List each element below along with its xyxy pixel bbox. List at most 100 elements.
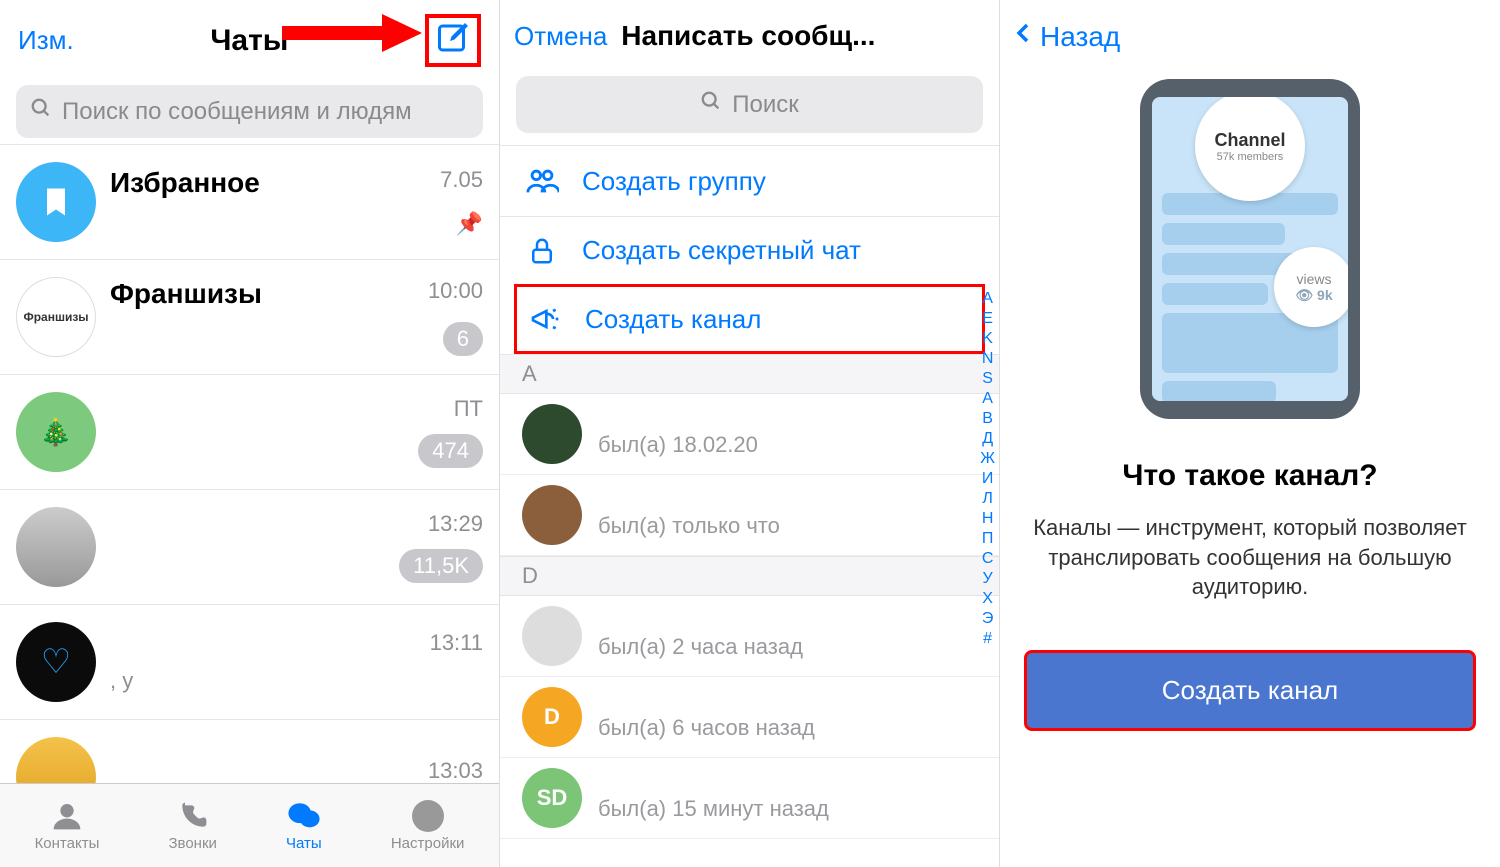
new-message-screen: Отмена Написать сообщ... Поиск Создать г…	[500, 0, 1000, 867]
illus-views-count: 👁 9k	[1295, 287, 1332, 304]
settings-avatar-icon	[412, 799, 444, 833]
tab-chats-label: Чаты	[286, 835, 322, 852]
tab-bar: Контакты Звонки Чаты Настройки	[0, 783, 499, 867]
create-group-label: Создать группу	[582, 166, 766, 197]
compose-button-highlight	[425, 14, 481, 67]
contact-avatar	[522, 606, 582, 666]
tab-contacts-label: Контакты	[35, 835, 100, 852]
contact-row[interactable]: был(а) 2 часа назад	[500, 596, 999, 677]
tab-settings-label: Настройки	[391, 835, 465, 852]
index-letter[interactable]: Д	[982, 430, 993, 448]
contacts-search[interactable]: Поиск	[516, 76, 983, 133]
create-channel-cta[interactable]: Создать канал	[1024, 650, 1476, 731]
create-secret-label: Создать секретный чат	[582, 235, 861, 266]
channel-question: Что такое канал?	[1020, 459, 1480, 493]
chat-row[interactable]: 🎄 ПТ 474	[0, 374, 499, 489]
chat-time: 10:00	[428, 278, 483, 304]
tab-chats[interactable]: Чаты	[286, 799, 322, 852]
chats-icon	[287, 799, 321, 833]
chats-screen: Изм. Чаты Поиск по сообщениям и людям Из…	[0, 0, 500, 867]
contacts-list: Aбыл(а) 18.02.20 был(а) только что Dбыл(а)…	[500, 354, 999, 839]
cancel-button[interactable]: Отмена	[514, 21, 607, 52]
channel-illustration: Channel 57k members views 👁 9k	[1140, 79, 1360, 419]
channel-intro-screen: Назад Channel 57k members views 👁 9k Что…	[1000, 0, 1500, 867]
contact-status: был(а) только что	[598, 513, 780, 539]
illus-channel-badge: Channel 57k members	[1195, 97, 1305, 201]
channel-description: Каналы — инструмент, который позволяет т…	[1000, 513, 1500, 602]
index-letter[interactable]: А	[982, 390, 993, 408]
search-placeholder: Поиск по сообщениям и людям	[62, 98, 412, 126]
chat-name: Избранное	[110, 167, 260, 199]
contact-avatar: D	[522, 687, 582, 747]
contact-avatar: SD	[522, 768, 582, 828]
chat-row[interactable]: Франшизы Франшизы10:00 6	[0, 259, 499, 374]
chat-row[interactable]: Избранное 7.05 📌	[0, 144, 499, 259]
chat-avatar: 🎄	[16, 392, 96, 472]
index-letter[interactable]: В	[982, 410, 993, 428]
contact-row[interactable]: был(а) только что	[500, 475, 999, 556]
tab-contacts[interactable]: Контакты	[35, 799, 100, 852]
phone-icon	[177, 799, 209, 833]
tab-settings[interactable]: Настройки	[391, 799, 465, 852]
section-header: A	[500, 354, 999, 394]
index-letter[interactable]: Н	[982, 510, 994, 528]
edit-button[interactable]: Изм.	[18, 25, 74, 56]
index-letter[interactable]: S	[982, 370, 993, 388]
compose-icon[interactable]	[435, 20, 471, 61]
index-letter[interactable]: Э	[982, 610, 994, 628]
unread-badge: 11,5K	[399, 549, 483, 583]
index-letter[interactable]: С	[982, 550, 994, 568]
index-letter[interactable]: У	[983, 570, 993, 588]
back-button[interactable]: Назад	[1000, 0, 1500, 73]
illus-members: 57k members	[1217, 151, 1284, 163]
contact-row[interactable]: SD был(а) 15 минут назад	[500, 758, 999, 839]
illus-views-label: views	[1296, 271, 1331, 287]
index-letter[interactable]: N	[982, 350, 994, 368]
contact-status: был(а) 2 часа назад	[598, 634, 803, 660]
index-letter[interactable]: A	[982, 290, 993, 308]
index-letter[interactable]: Х	[982, 590, 993, 608]
index-letter[interactable]: K	[982, 330, 993, 348]
contact-row[interactable]: Dбыл(а) 6 часов назад	[500, 677, 999, 758]
chat-list: Избранное7.05 📌 Франшизы Франшизы10:00 6…	[0, 144, 499, 834]
illus-channel-name: Channel	[1214, 130, 1285, 151]
create-channel-button[interactable]: Создать канал	[514, 284, 985, 354]
index-letter[interactable]: #	[983, 630, 992, 648]
index-letter[interactable]: П	[982, 530, 994, 548]
tab-calls[interactable]: Звонки	[168, 799, 216, 852]
index-letter[interactable]: Л	[982, 490, 993, 508]
tab-calls-label: Звонки	[168, 835, 216, 852]
chat-avatar: Франшизы	[16, 277, 96, 357]
back-label: Назад	[1040, 21, 1120, 53]
search-icon	[700, 90, 722, 119]
lock-icon	[524, 236, 560, 266]
chat-time: 13:03	[428, 758, 483, 784]
megaphone-icon	[527, 303, 563, 335]
section-header: D	[500, 556, 999, 596]
index-letter[interactable]: Ж	[980, 450, 995, 468]
chat-row[interactable]: 13:29 11,5K	[0, 489, 499, 604]
chats-header: Изм. Чаты	[0, 0, 499, 79]
new-message-title: Написать сообщ...	[621, 20, 875, 52]
index-letter[interactable]: E	[982, 310, 993, 328]
chat-time: ПТ	[454, 396, 483, 422]
unread-badge: 474	[418, 434, 483, 468]
contact-icon	[51, 799, 83, 833]
alpha-index[interactable]: AEKNSАВДЖИЛНПСУХЭ #	[980, 290, 995, 648]
chat-avatar	[16, 507, 96, 587]
create-secret-chat-button[interactable]: Создать секретный чат	[500, 216, 999, 284]
chat-time: 7.05	[440, 167, 483, 193]
chat-time: 13:29	[428, 511, 483, 537]
index-letter[interactable]: И	[982, 470, 994, 488]
contact-status: был(а) 15 минут назад	[598, 796, 829, 822]
contact-avatar	[522, 485, 582, 545]
chat-row[interactable]: ♡ 13:11 , у	[0, 604, 499, 719]
tutorial-arrow	[282, 14, 422, 52]
chats-title: Чаты	[210, 24, 288, 58]
search-icon	[30, 97, 52, 126]
contact-row[interactable]: был(а) 18.02.20	[500, 394, 999, 475]
search-field[interactable]: Поиск по сообщениям и людям	[16, 85, 483, 138]
new-message-header: Отмена Написать сообщ...	[500, 0, 999, 70]
pin-icon: 📌	[456, 211, 483, 237]
create-group-button[interactable]: Создать группу	[500, 145, 999, 216]
